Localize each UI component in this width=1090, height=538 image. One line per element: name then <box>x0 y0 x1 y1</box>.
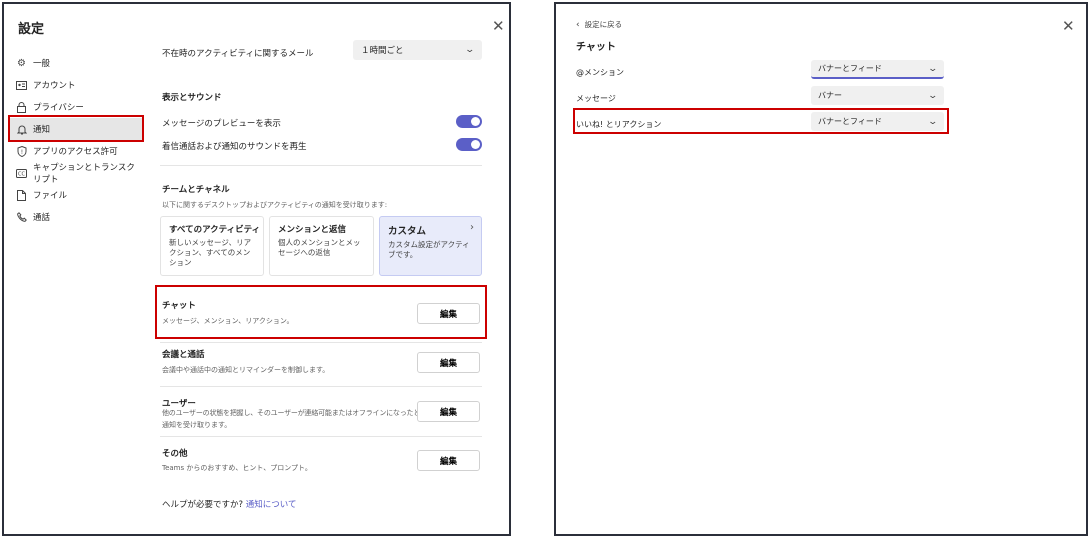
divider <box>160 436 482 437</box>
mention-dropdown[interactable]: バナーとフィード ⌄ <box>811 60 944 79</box>
cc-icon: CC <box>16 168 27 179</box>
chevron-down-icon: ⌄ <box>927 63 939 74</box>
meetings-section-title: 会議と通話 <box>162 350 205 360</box>
other-section-description: Teams からのおすすめ、ヒント、プロンプト。 <box>162 464 312 472</box>
divider <box>160 342 482 343</box>
sidebar-item-captions[interactable]: CC キャプションとトランスクリプト <box>8 162 142 185</box>
lock-icon <box>16 101 27 113</box>
meetings-edit-button[interactable]: 編集 <box>417 352 480 373</box>
message-value: バナー <box>818 91 842 100</box>
card-description: 個人のメンションとメッセージへの返信 <box>278 238 361 257</box>
id-card-icon <box>16 80 27 91</box>
phone-icon <box>16 212 27 223</box>
away-email-value: １時間ごと <box>361 46 404 56</box>
back-link[interactable]: ‹ 設定に戻る <box>576 19 622 30</box>
sidebar-item-calls[interactable]: 通話 <box>8 206 142 228</box>
sidebar-item-label: キャプションとトランスクリプト <box>33 163 135 185</box>
sidebar-item-label: アカウント <box>33 81 76 91</box>
preview-toggle[interactable] <box>456 115 482 128</box>
chevron-left-icon: ‹ <box>576 19 580 30</box>
users-section-description-line2: 通知を受け取ります。 <box>162 421 232 429</box>
svg-text:!: ! <box>20 149 22 156</box>
chat-title: チャット <box>576 42 616 53</box>
card-title: メンションと返信 <box>278 225 347 235</box>
help-row: ヘルプが必要ですか? 通知について <box>162 498 296 510</box>
close-icon[interactable]: ✕ <box>1062 19 1075 34</box>
preview-label: メッセージのプレビューを表示 <box>162 119 281 129</box>
sidebar-item-app-permissions[interactable]: ! アプリのアクセス許可 <box>8 140 142 162</box>
sidebar-item-label: プライバシー <box>33 103 84 113</box>
sound-toggle[interactable] <box>456 138 482 151</box>
back-label: 設定に戻る <box>584 20 623 29</box>
dialog-title: 設定 <box>18 22 45 37</box>
card-title: カスタム <box>388 226 427 237</box>
meetings-section-description: 会議中や通話中の通知とリマインダーを制御します。 <box>162 366 330 374</box>
highlight-box-likes-reactions <box>573 108 949 134</box>
highlight-box-chat <box>155 285 487 339</box>
card-title: すべてのアクティビティ <box>169 225 261 235</box>
mention-label: @メンション <box>576 68 624 77</box>
divider <box>160 386 482 387</box>
chevron-down-icon: ⌄ <box>464 45 476 55</box>
teams-channels-description: 以下に関するデスクトップおよびアクティビティの通知を受け取ります: <box>162 201 388 209</box>
other-section-title: その他 <box>162 449 188 459</box>
sidebar-item-general[interactable]: ⚙ 一般 <box>8 52 142 74</box>
away-email-dropdown[interactable]: １時間ごと ⌄ <box>353 40 482 60</box>
file-icon <box>16 189 27 201</box>
shield-icon: ! <box>16 145 27 157</box>
away-email-label: 不在時のアクティビティに関するメール <box>162 49 314 59</box>
sidebar-item-account[interactable]: アカウント <box>8 74 142 96</box>
sidebar-item-files[interactable]: ファイル <box>8 184 142 206</box>
help-text: ヘルプが必要ですか? <box>162 500 244 510</box>
highlight-box-notifications <box>8 115 144 142</box>
close-icon[interactable]: ✕ <box>492 19 505 34</box>
teams-channels-heading: チームとチャネル <box>162 185 230 195</box>
sidebar-item-label: 通話 <box>33 213 51 223</box>
chevron-right-icon: › <box>470 222 474 233</box>
help-link[interactable]: 通知について <box>246 500 297 510</box>
sidebar-item-label: アプリのアクセス許可 <box>33 147 118 157</box>
sidebar-item-label: 一般 <box>33 59 51 69</box>
card-description: 新しいメッセージ、リアクション、すべてのメンション <box>169 238 252 267</box>
sidebar-item-label: ファイル <box>33 191 68 201</box>
display-sound-heading: 表示とサウンド <box>162 93 222 103</box>
users-section-description-line1: 他のユーザーの状態を把握し、そのユーザーが連絡可能またはオフラインになったときに <box>162 409 434 417</box>
message-dropdown[interactable]: バナー ⌄ <box>811 86 944 105</box>
card-all-activity[interactable]: すべてのアクティビティ 新しいメッセージ、リアクション、すべてのメンション <box>160 216 264 276</box>
mention-value: バナーとフィード <box>818 64 882 73</box>
other-edit-button[interactable]: 編集 <box>417 450 480 471</box>
chat-settings-dialog <box>554 2 1088 536</box>
sound-label: 着信通話および通知のサウンドを再生 <box>162 142 307 152</box>
gear-icon: ⚙ <box>17 57 26 69</box>
svg-text:CC: CC <box>18 171 25 177</box>
chevron-down-icon: ⌄ <box>927 90 939 101</box>
message-label: メッセージ <box>576 94 616 103</box>
card-custom[interactable]: カスタム カスタム設定がアクティブです。 › <box>379 216 482 276</box>
divider <box>160 165 482 166</box>
card-description: カスタム設定がアクティブです。 <box>388 240 470 259</box>
users-edit-button[interactable]: 編集 <box>417 401 480 422</box>
card-mentions-replies[interactable]: メンションと返信 個人のメンションとメッセージへの返信 <box>269 216 374 276</box>
